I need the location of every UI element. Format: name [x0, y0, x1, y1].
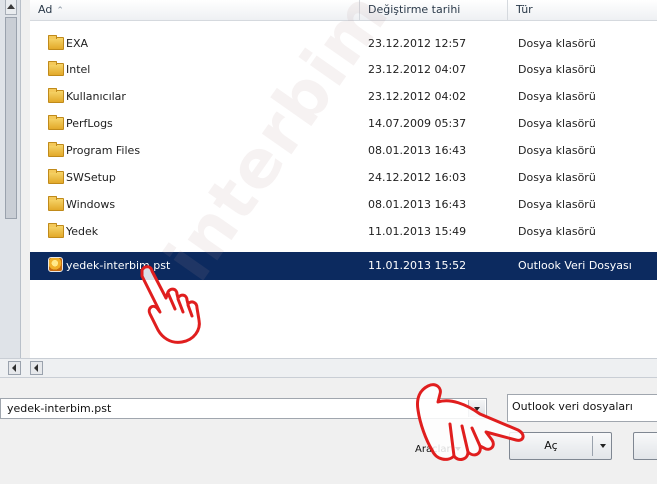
file-type: Dosya klasörü [518, 63, 596, 76]
file-type: Dosya klasörü [518, 90, 596, 103]
scroll-left-icon[interactable] [30, 361, 43, 375]
file-name: Kullanıcılar [66, 90, 126, 103]
file-type-select[interactable]: Outlook veri dosyaları [507, 394, 657, 422]
column-header: Ad ⌃ Değiştirme tarihi Tür [30, 0, 657, 21]
outlook-pst-icon [48, 257, 63, 272]
file-type: Dosya klasörü [518, 171, 596, 184]
horizontal-scrollbar[interactable] [0, 358, 657, 378]
file-name: Program Files [66, 144, 141, 157]
file-type: Dosya klasörü [518, 117, 596, 130]
file-name-dropdown-button[interactable] [468, 400, 485, 417]
file-name-value: yedek-interbim.pst [7, 402, 112, 415]
file-date: 08.01.2013 16:43 [368, 198, 467, 211]
sort-indicator-icon: ⌃ [56, 6, 64, 16]
split-divider [592, 436, 593, 456]
folder-icon [48, 169, 64, 184]
open-button[interactable]: Aç [509, 432, 612, 460]
scroll-left-button[interactable] [8, 361, 21, 375]
file-date: 23.12.2012 04:02 [368, 90, 467, 103]
file-date: 24.12.2012 16:03 [368, 171, 467, 184]
open-dropdown-arrow-icon[interactable] [600, 444, 606, 448]
folder-icon [48, 61, 64, 76]
nav-scroll-up-button[interactable] [5, 0, 17, 15]
column-type-header[interactable]: Tür [508, 0, 657, 20]
folder-icon [48, 196, 64, 211]
tools-button[interactable]: Araçlar [415, 442, 461, 458]
file-name: EXA [66, 37, 89, 50]
open-button-label: Aç [544, 439, 558, 452]
file-name: Intel [66, 63, 91, 76]
column-name-header[interactable]: Ad ⌃ [30, 0, 360, 20]
file-row-perflogs[interactable]: PerfLogs 14.07.2009 05:37 Dosya klasörü [30, 111, 657, 137]
folder-icon [48, 223, 64, 238]
file-type-value: Outlook veri dosyaları [512, 400, 633, 413]
file-name: Windows [66, 198, 116, 211]
file-date: 23.12.2012 12:57 [368, 37, 467, 50]
navigation-pane [0, 0, 21, 358]
file-name-field[interactable]: yedek-interbim.pst [0, 398, 487, 419]
file-row-swsetup[interactable]: SWSetup 24.12.2012 16:03 Dosya klasörü [30, 165, 657, 191]
file-row-windows[interactable]: Windows 08.01.2013 16:43 Dosya klasörü [30, 192, 657, 218]
folder-icon [48, 142, 64, 157]
file-type: Outlook Veri Dosyası [518, 259, 632, 272]
file-type: Dosya klasörü [518, 198, 596, 211]
file-type: Dosya klasörü [518, 225, 596, 238]
file-row-program-files[interactable]: Program Files 08.01.2013 16:43 Dosya kla… [30, 138, 657, 164]
folder-icon [48, 35, 64, 50]
file-row-exa[interactable]: EXA 23.12.2012 12:57 Dosya klasörü [30, 31, 657, 57]
file-name: SWSetup [66, 171, 116, 184]
file-row-yedek-interbim-pst[interactable]: yedek-interbim.pst 11.01.2013 15:52 Outl… [30, 252, 657, 280]
chevron-down-icon [454, 447, 461, 451]
column-date-header[interactable]: Değiştirme tarihi [360, 0, 508, 20]
file-name: yedek-interbim.pst [66, 259, 171, 272]
nav-scroll-thumb[interactable] [5, 17, 17, 219]
file-list: Ad ⌃ Değiştirme tarihi Tür EXA 23.12.2012… [30, 0, 657, 358]
file-name: Yedek [66, 225, 99, 238]
file-row-kullanicilar[interactable]: Kullanıcılar 23.12.2012 04:02 Dosya klas… [30, 84, 657, 110]
cancel-button[interactable] [633, 432, 657, 460]
file-type: Dosya klasörü [518, 144, 596, 157]
file-row-intel[interactable]: Intel 23.12.2012 04:07 Dosya klasörü [30, 57, 657, 83]
file-date: 14.07.2009 05:37 [368, 117, 467, 130]
file-date: 11.01.2013 15:49 [368, 225, 467, 238]
file-row-yedek[interactable]: Yedek 11.01.2013 15:49 Dosya klasörü [30, 219, 657, 245]
file-date: 11.01.2013 15:52 [368, 259, 467, 272]
file-name: PerfLogs [66, 117, 113, 130]
file-type: Dosya klasörü [518, 37, 596, 50]
file-date: 08.01.2013 16:43 [368, 144, 467, 157]
folder-icon [48, 115, 64, 130]
tools-label: Araçlar [415, 444, 451, 455]
folder-icon [48, 88, 64, 103]
file-date: 23.12.2012 04:07 [368, 63, 467, 76]
